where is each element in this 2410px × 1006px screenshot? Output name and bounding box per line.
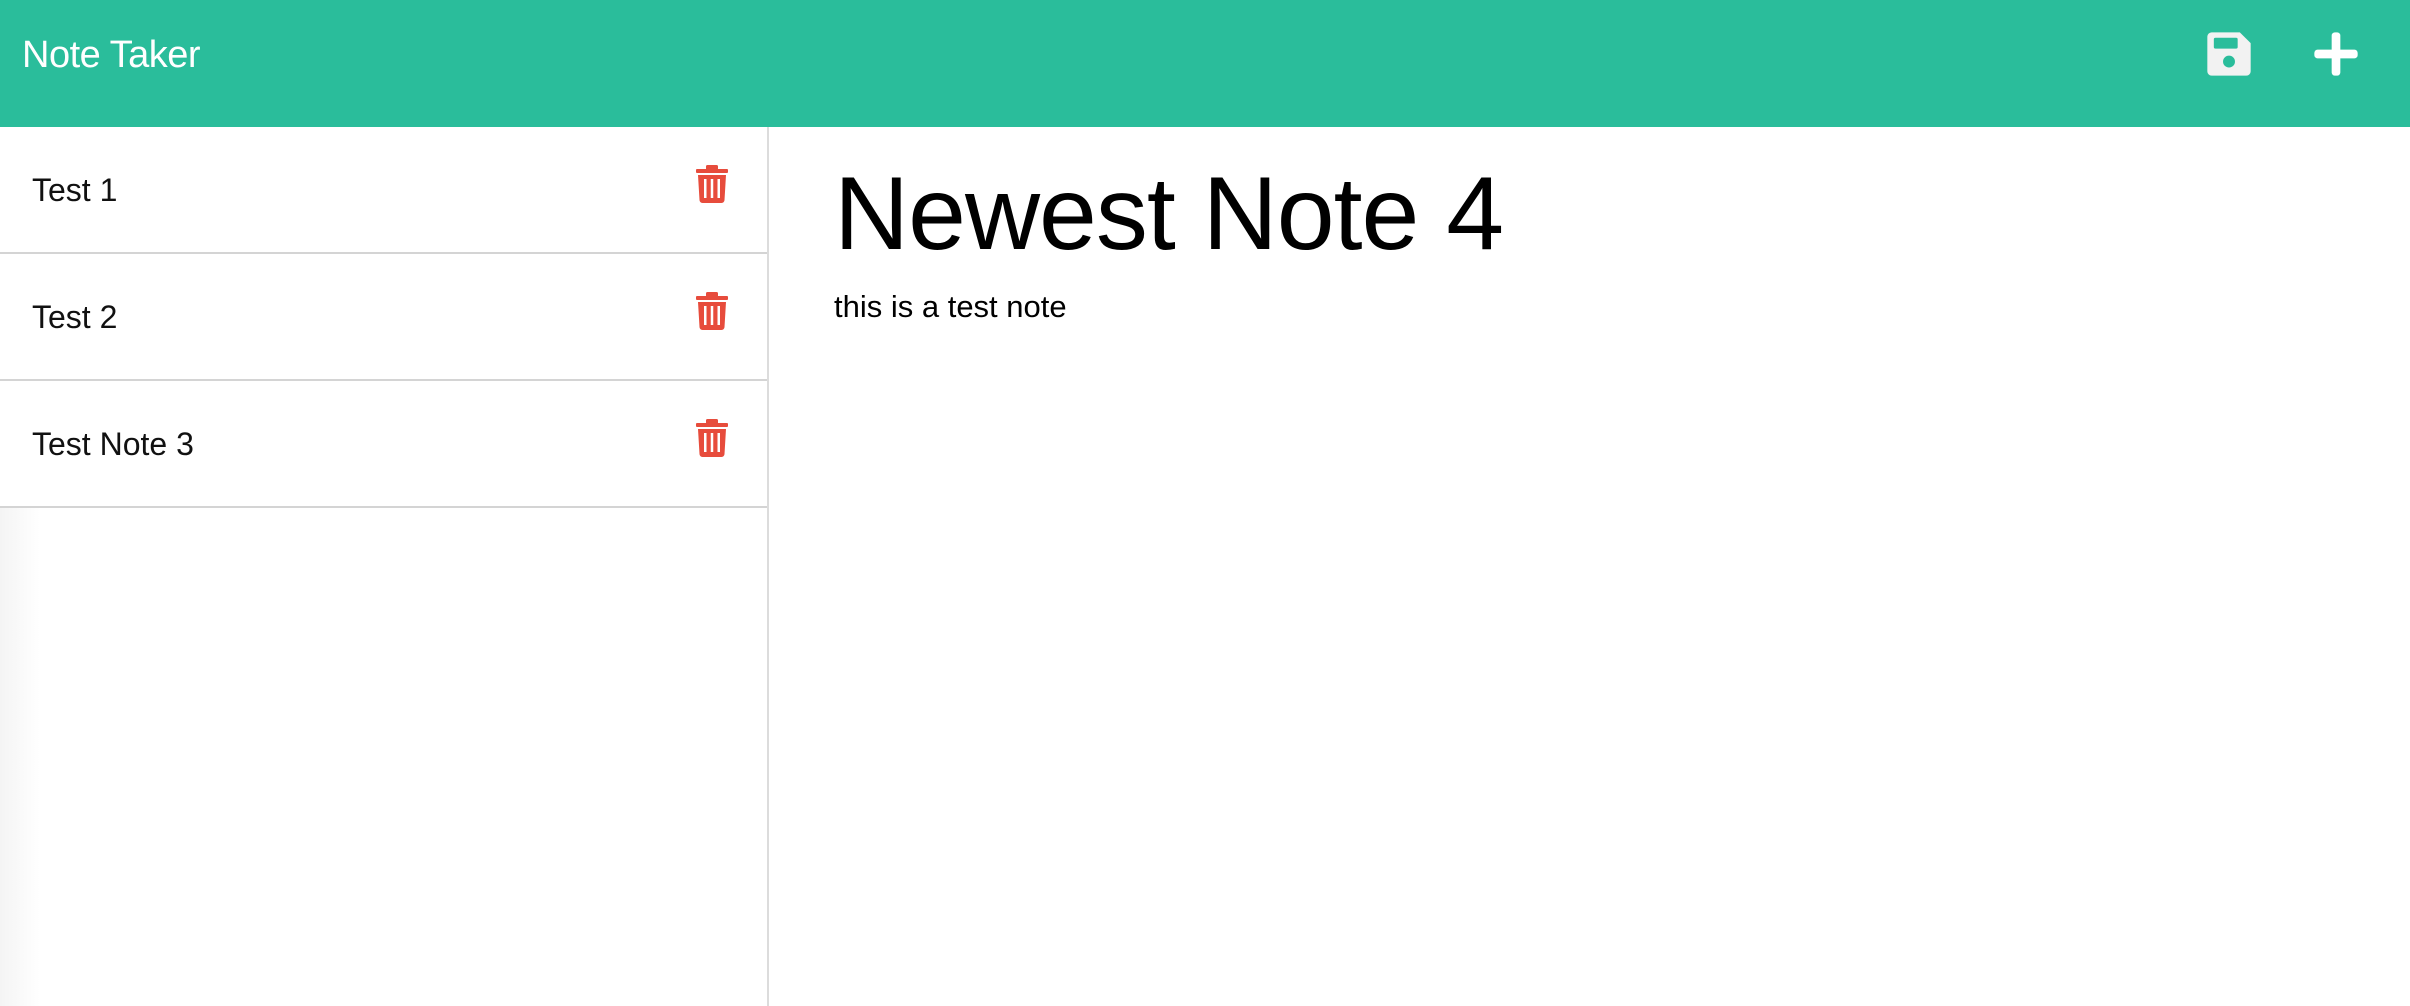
- note-title-input[interactable]: Newest Note 4: [834, 149, 1504, 279]
- navbar: Note Taker: [0, 0, 2410, 127]
- trash-icon[interactable]: [696, 165, 728, 203]
- plus-icon: [2314, 32, 2358, 76]
- note-body-textarea[interactable]: this is a test note: [834, 287, 1067, 327]
- note-list-item-title[interactable]: Test 1: [32, 170, 117, 210]
- note-list-item[interactable]: Test 1: [0, 127, 767, 254]
- note-list: Test 1 Test 2 Test Note 3: [0, 127, 767, 508]
- note-list-item-title[interactable]: Test Note 3: [32, 424, 194, 464]
- note-editor: Newest Note 4 this is a test note: [770, 127, 2410, 1006]
- new-note-icon[interactable]: [2310, 28, 2362, 80]
- trash-icon[interactable]: [696, 292, 728, 330]
- note-list-item[interactable]: Test 2: [0, 254, 767, 381]
- floppy-disk-icon: [2207, 32, 2251, 76]
- note-list-item-title[interactable]: Test 2: [32, 297, 117, 337]
- trash-icon[interactable]: [696, 419, 728, 457]
- app-brand[interactable]: Note Taker: [22, 30, 201, 80]
- note-list-sidebar: Test 1 Test 2 Test Note 3: [0, 127, 769, 1006]
- save-note-icon[interactable]: [2203, 28, 2255, 80]
- note-list-item[interactable]: Test Note 3: [0, 381, 767, 508]
